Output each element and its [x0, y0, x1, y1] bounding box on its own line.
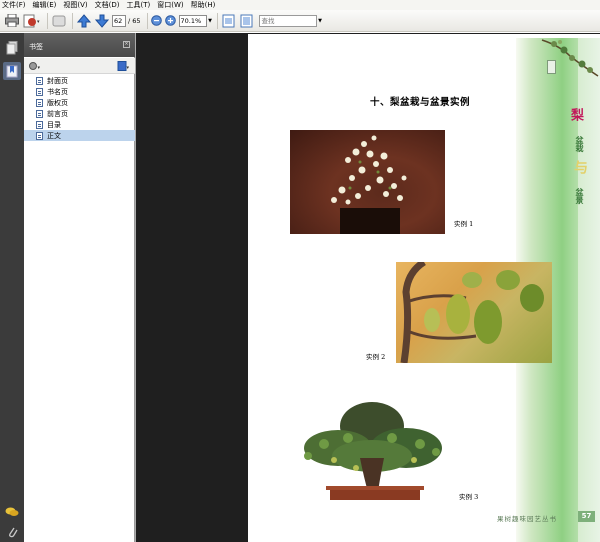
- seal-stamp: [547, 60, 556, 74]
- example-photo-3: [294, 398, 450, 506]
- bookmark-list: 封面页 书名页 版权页 前言页 目录 正文: [24, 75, 135, 141]
- bookmark-label: 目录: [47, 120, 61, 129]
- side-title-pear: 梨: [568, 108, 583, 121]
- bookmark-label: 版权页: [47, 98, 68, 107]
- page-title: 十、梨盆栽与盆景实例: [370, 97, 471, 108]
- example-photo-2: [396, 262, 552, 363]
- bookmark-page-icon: [36, 109, 43, 118]
- zoom-dropdown-icon[interactable]: ▼: [207, 15, 214, 27]
- bookmarks-icon[interactable]: [3, 62, 21, 80]
- page-total: / 65: [128, 16, 141, 25]
- bookmark-label: 书名页: [47, 87, 68, 96]
- toolbar-separator: [47, 12, 48, 29]
- fit-page-icon[interactable]: [221, 13, 237, 29]
- caption-example-3: 实例 3: [459, 493, 479, 501]
- bookmarks-panel-title: 书签: [24, 33, 135, 57]
- svg-text:▾: ▾: [37, 19, 40, 25]
- bookmark-label: 前言页: [47, 109, 68, 118]
- previous-page-icon[interactable]: [76, 13, 92, 29]
- zoom-in-icon[interactable]: [165, 13, 177, 29]
- printed-page-number: 57: [578, 511, 595, 522]
- print-icon[interactable]: [4, 13, 20, 29]
- toolbar-separator: [146, 12, 148, 29]
- bookmark-item-body[interactable]: 正文: [24, 130, 135, 141]
- next-page-icon[interactable]: [94, 13, 110, 29]
- new-bookmark-icon[interactable]: ▾: [117, 61, 131, 71]
- bookmarks-toolbar: ▾ ▾: [24, 58, 135, 74]
- zoom-field[interactable]: 70.1%: [178, 14, 207, 27]
- menu-window[interactable]: 窗口(W): [157, 0, 183, 10]
- bookmark-page-icon: [36, 120, 43, 129]
- bookmark-item-title-page[interactable]: 书名页: [24, 86, 135, 97]
- toolbar: ▾ 62 / 65 70.1% ▼ 查找 ▼: [0, 10, 600, 32]
- find-input[interactable]: 查找: [258, 14, 317, 27]
- svg-text:▾: ▾: [127, 65, 130, 71]
- pages-icon[interactable]: [3, 39, 21, 57]
- bookmark-label: 封面页: [47, 76, 68, 85]
- bookmark-page-icon: [36, 76, 43, 85]
- caption-example-2: 实例 2: [366, 353, 386, 361]
- toolbar-separator: [216, 12, 218, 29]
- svg-text:▾: ▾: [38, 65, 41, 71]
- bookmark-page-icon: [36, 87, 43, 96]
- toolbar-separator: [72, 12, 73, 29]
- close-icon[interactable]: ×: [123, 41, 130, 48]
- bookmark-item-copyright[interactable]: 版权页: [24, 97, 135, 108]
- side-title-and: 与: [572, 160, 588, 174]
- book-series-name: 果树趣味园艺丛书: [497, 515, 557, 523]
- bookmarks-panel: 书签 × ▾ ▾ 封面页 书名页 版权页 前言页 目录 正文: [24, 33, 135, 542]
- side-title-potted: 盆栽: [575, 136, 584, 152]
- menu-view[interactable]: 视图(V): [63, 0, 87, 10]
- side-title-bonsai: 盆景: [575, 188, 584, 204]
- page-number-input[interactable]: 62: [112, 14, 126, 27]
- bookmark-page-icon: [36, 131, 43, 140]
- attachments-icon[interactable]: [3, 523, 21, 541]
- menu-document[interactable]: 文档(D): [95, 0, 120, 10]
- menu-bar: 文件(F) 编辑(E) 视图(V) 文档(D) 工具(T) 窗口(W) 帮助(H…: [0, 0, 600, 10]
- bookmark-options-icon[interactable]: ▾: [28, 61, 42, 71]
- hand-icon[interactable]: [51, 13, 67, 29]
- create-pdf-icon[interactable]: ▾: [22, 13, 42, 29]
- bookmark-item-contents[interactable]: 目录: [24, 119, 135, 130]
- bookmark-item-cover[interactable]: 封面页: [24, 75, 135, 86]
- menu-edit[interactable]: 编辑(E): [33, 0, 57, 10]
- fit-width-icon[interactable]: [239, 13, 255, 29]
- navigation-rail: [0, 33, 24, 542]
- bookmark-label: 正文: [47, 131, 61, 140]
- bookmark-page-icon: [36, 98, 43, 107]
- menu-help[interactable]: 帮助(H): [191, 0, 216, 10]
- comments-icon[interactable]: [3, 503, 21, 521]
- menu-file[interactable]: 文件(F): [2, 0, 26, 10]
- example-photo-1: [290, 130, 445, 234]
- bookmark-item-preface[interactable]: 前言页: [24, 108, 135, 119]
- menu-tools[interactable]: 工具(T): [127, 0, 151, 10]
- zoom-out-icon[interactable]: [151, 13, 163, 29]
- caption-example-1: 实例 1: [454, 220, 474, 228]
- find-dropdown-icon[interactable]: ▼: [317, 15, 324, 27]
